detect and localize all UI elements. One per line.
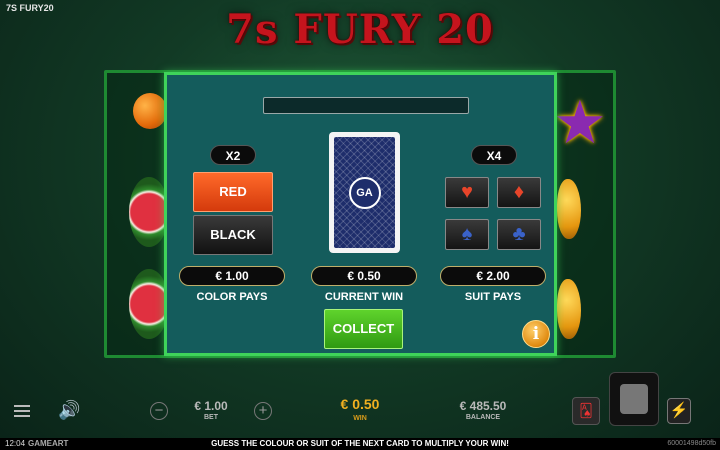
collect-button[interactable]: COLLECT: [324, 309, 403, 349]
hearts-icon: ♥: [461, 181, 473, 203]
mango-symbol: [557, 279, 581, 339]
hearts-button[interactable]: ♥: [445, 177, 489, 208]
gamble-message-bar: [263, 97, 469, 114]
game-logo: 7s FURY 20: [226, 6, 494, 53]
turbo-button[interactable]: ⚡: [667, 398, 691, 424]
star-symbol: ★: [553, 89, 607, 156]
diamonds-icon: ♦: [513, 181, 525, 203]
red-button[interactable]: RED: [193, 172, 273, 212]
game-id: 60001498d50fb: [667, 440, 716, 447]
spades-button[interactable]: ♠: [445, 219, 489, 250]
suit-pays-value: € 2.00: [440, 266, 546, 286]
cards-icon: 🂡: [579, 403, 593, 418]
suit-pays-label: SUIT PAYS: [464, 291, 522, 303]
win-value: € 0.50: [340, 396, 380, 412]
mango-symbol: [557, 179, 581, 239]
footer: 12:04 GAMEART GUESS THE COLOUR OR SUIT O…: [0, 438, 720, 450]
bet-decrease-button[interactable]: −: [150, 402, 168, 420]
stop-icon: [620, 384, 648, 414]
orange-symbol: [133, 93, 167, 129]
color-pays-label: COLOR PAYS: [196, 291, 268, 303]
info-button[interactable]: i: [522, 320, 550, 348]
balance-label: BALANCE: [465, 414, 501, 421]
bet-label: BET: [204, 414, 218, 421]
gamble-cards-button[interactable]: 🂡: [572, 397, 600, 425]
sound-icon[interactable]: 🔊: [58, 400, 80, 421]
spin-button[interactable]: [609, 372, 659, 426]
diamonds-button[interactable]: ♦: [497, 177, 541, 208]
lightning-icon: ⚡: [669, 402, 689, 419]
gameart-card-logo: GA: [348, 176, 381, 209]
spades-icon: ♠: [461, 223, 473, 245]
current-win-label: CURRENT WIN: [324, 291, 404, 303]
bet-value: € 1.00: [194, 399, 228, 413]
gamble-card: GA: [329, 132, 400, 253]
watermelon-symbol: [129, 269, 169, 339]
gamble-panel: X2 X4 RED BLACK GA ♥ ♦ ♠ ♣ € 1.00 COLOR …: [164, 72, 557, 356]
clubs-button[interactable]: ♣: [497, 219, 541, 250]
current-win-value: € 0.50: [311, 266, 417, 286]
menu-icon[interactable]: [14, 405, 30, 417]
footer-message: GUESS THE COLOUR OR SUIT OF THE NEXT CAR…: [211, 439, 509, 448]
bet-increase-button[interactable]: +: [254, 402, 272, 420]
black-button[interactable]: BLACK: [193, 215, 273, 255]
color-multiplier-badge: X2: [210, 145, 256, 165]
card-back-pattern: GA: [334, 137, 395, 248]
balance-value: € 485.50: [459, 399, 507, 413]
color-pays-value: € 1.00: [179, 266, 285, 286]
suit-multiplier-badge: X4: [471, 145, 517, 165]
win-label: WIN: [353, 415, 367, 422]
watermelon-symbol: [129, 177, 169, 247]
clubs-icon: ♣: [512, 223, 526, 245]
